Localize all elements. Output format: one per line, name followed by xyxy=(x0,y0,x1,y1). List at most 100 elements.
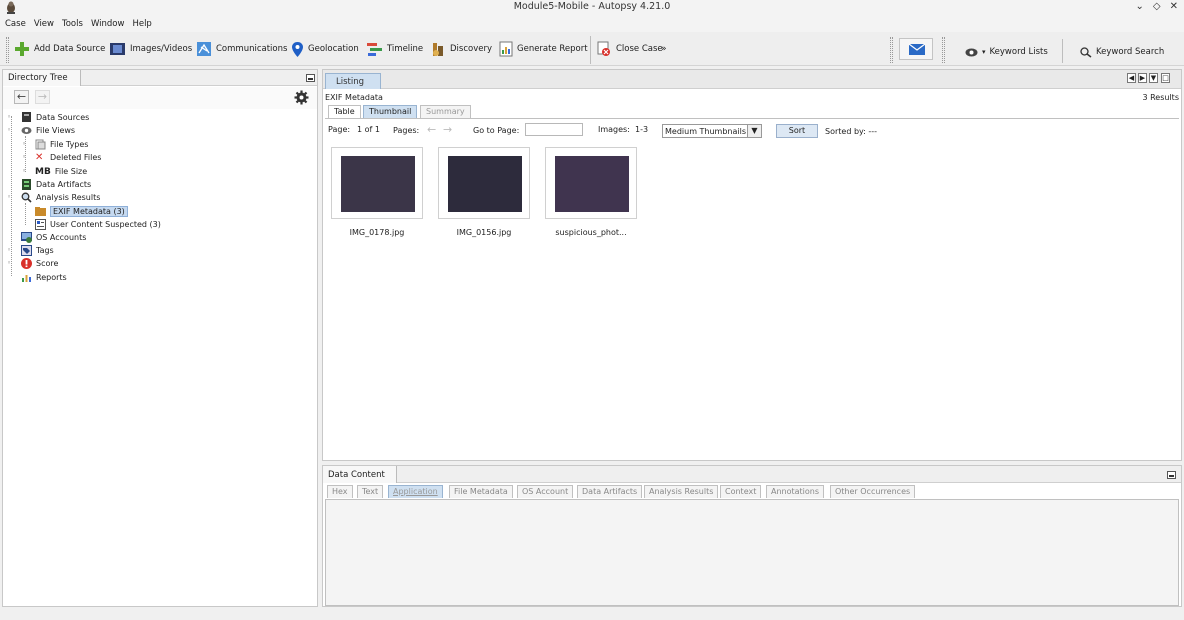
tab-os-account[interactable]: OS Account xyxy=(517,485,574,498)
thumbnail-image xyxy=(341,156,415,212)
dropdown-arrow-icon: ▾ xyxy=(982,48,986,56)
toolbar-grip[interactable] xyxy=(942,37,945,63)
tab-annotations[interactable]: Annotations xyxy=(766,485,825,498)
tab-scroll-right-icon[interactable]: ▶ xyxy=(1138,73,1147,83)
computer-icon xyxy=(22,112,31,122)
toolbar-grip[interactable] xyxy=(890,37,893,63)
prev-page-icon[interactable]: ← xyxy=(427,123,436,136)
images-videos-button[interactable]: Images/Videos xyxy=(109,40,192,58)
title-bar: Module5-Mobile - Autopsy 4.21.0 ⌄ ◇ ✕ xyxy=(0,0,1184,16)
magnifier-icon xyxy=(21,192,32,203)
keyword-lists-button[interactable]: ▾ Keyword Lists xyxy=(965,43,1048,61)
timeline-button[interactable]: Timeline xyxy=(366,40,423,58)
tab-analysis-results[interactable]: Analysis Results xyxy=(644,485,719,498)
thumbnail-size-select[interactable]: Medium Thumbnails ▼ xyxy=(662,124,762,138)
listing-heading: EXIF Metadata xyxy=(325,93,383,102)
discovery-button[interactable]: Discovery xyxy=(430,40,492,58)
tree-item-deleted-files[interactable]: ✕ Deleted Files xyxy=(35,151,101,164)
minimize-icon[interactable]: ⌄ xyxy=(1136,1,1144,12)
user-content-icon xyxy=(35,219,46,230)
toolbar: Add Data Source Images/Videos Communicat… xyxy=(0,32,1184,66)
gear-icon[interactable] xyxy=(294,90,309,105)
tab-summary[interactable]: Summary xyxy=(420,105,471,118)
close-case-icon xyxy=(597,41,610,56)
tree-toggle-icon[interactable]: ◦ xyxy=(22,140,26,148)
tree-toggle-icon[interactable]: ◦ xyxy=(22,153,26,161)
tree-item-tags[interactable]: Tags xyxy=(21,244,54,257)
tree-item-data-sources[interactable]: Data Sources xyxy=(21,111,89,124)
sort-button[interactable]: Sort xyxy=(776,124,818,138)
tab-dropdown-icon[interactable]: ▼ xyxy=(1149,73,1158,83)
tree-item-analysis-results[interactable]: Analysis Results xyxy=(21,191,100,204)
tree-toggle-icon[interactable]: ◦ xyxy=(7,113,11,121)
tab-text[interactable]: Text xyxy=(357,485,384,498)
tab-hex[interactable]: Hex xyxy=(327,485,353,498)
minimize-panel-icon[interactable] xyxy=(306,74,315,82)
minimize-panel-icon[interactable] xyxy=(1167,471,1176,479)
tree-item-file-types[interactable]: File Types xyxy=(35,138,88,151)
menu-window[interactable]: Window xyxy=(91,19,125,29)
listing-tab[interactable]: Listing xyxy=(325,73,381,89)
menu-case[interactable]: Case xyxy=(5,19,26,29)
communications-button[interactable]: Communications xyxy=(196,40,287,58)
maximize-panel-icon[interactable]: □ xyxy=(1161,73,1170,83)
forward-arrow-icon[interactable]: → xyxy=(35,90,50,104)
goto-page-label: Go to Page: xyxy=(473,126,520,135)
tree-item-reports[interactable]: Reports xyxy=(21,271,67,284)
close-case-button[interactable]: Close Case xyxy=(597,40,663,58)
tree-item-data-artifacts[interactable]: Data Artifacts xyxy=(21,178,91,191)
tree-toggle-icon[interactable]: ◦ xyxy=(7,259,11,267)
tree-toggle-icon[interactable]: ◦ xyxy=(7,193,11,201)
tab-thumbnail[interactable]: Thumbnail xyxy=(363,105,418,118)
tree-toggle-icon[interactable]: ◦ xyxy=(7,126,11,134)
tab-file-metadata[interactable]: File Metadata xyxy=(449,485,513,498)
toolbar-grip[interactable] xyxy=(6,37,9,63)
directory-tree-tab[interactable]: Directory Tree xyxy=(3,70,81,86)
maximize-icon[interactable]: ◇ xyxy=(1153,1,1161,12)
report-icon xyxy=(499,41,513,57)
tree-item-user-content-suspected[interactable]: User Content Suspected (3) xyxy=(35,218,161,231)
exif-metadata-icon xyxy=(35,207,46,216)
page-value: 1 of 1 xyxy=(357,125,380,134)
add-data-source-button[interactable]: Add Data Source xyxy=(14,40,105,58)
thumbnail-item[interactable] xyxy=(438,147,530,219)
menu-tools[interactable]: Tools xyxy=(62,19,83,29)
thumbnail-label: IMG_0156.jpg xyxy=(456,228,512,237)
data-content-panel: Data Content Hex Text Application File M… xyxy=(322,465,1182,607)
tree-item-score[interactable]: Score xyxy=(21,257,58,270)
thumbnail-label: IMG_0178.jpg xyxy=(349,228,405,237)
tab-application[interactable]: Application xyxy=(388,485,443,498)
generate-report-button[interactable]: Generate Report xyxy=(499,40,588,58)
data-content-tab[interactable]: Data Content xyxy=(323,466,397,483)
toolbar-separator xyxy=(1062,39,1063,63)
tab-data-artifacts[interactable]: Data Artifacts xyxy=(577,485,643,498)
tab-table[interactable]: Table xyxy=(328,105,361,118)
back-arrow-icon[interactable]: ← xyxy=(14,90,29,104)
next-page-icon[interactable]: → xyxy=(443,123,452,136)
toolbar-overflow-icon[interactable]: » xyxy=(661,40,667,58)
thumbnail-item[interactable] xyxy=(331,147,423,219)
tree-line xyxy=(25,203,26,225)
email-button[interactable] xyxy=(899,38,933,60)
tab-scroll-left-icon[interactable]: ◀ xyxy=(1127,73,1136,83)
menu-help[interactable]: Help xyxy=(132,19,151,29)
tab-context[interactable]: Context xyxy=(720,485,762,498)
divider xyxy=(325,118,1179,119)
goto-page-input[interactable] xyxy=(525,123,583,136)
thumbnail-image xyxy=(555,156,629,212)
tree-item-file-views[interactable]: File Views xyxy=(21,124,75,137)
tree-item-exif-metadata[interactable]: EXIF Metadata (3) xyxy=(35,205,128,218)
map-pin-icon xyxy=(292,41,303,57)
keyword-search-button[interactable]: Keyword Search xyxy=(1080,43,1164,61)
tree-toggle-icon[interactable]: ◦ xyxy=(22,167,26,175)
page-label: Page: xyxy=(328,125,351,134)
tree-item-file-size[interactable]: MB File Size xyxy=(35,165,87,178)
close-icon[interactable]: ✕ xyxy=(1170,1,1178,12)
menu-view[interactable]: View xyxy=(34,19,54,29)
tab-other-occurrences[interactable]: Other Occurrences xyxy=(830,485,916,498)
tree-item-os-accounts[interactable]: OS Accounts xyxy=(21,231,86,244)
tree-toggle-icon[interactable]: ◦ xyxy=(7,246,11,254)
thumbnail-item[interactable] xyxy=(545,147,637,219)
tags-icon xyxy=(21,245,32,256)
geolocation-button[interactable]: Geolocation xyxy=(291,40,359,58)
